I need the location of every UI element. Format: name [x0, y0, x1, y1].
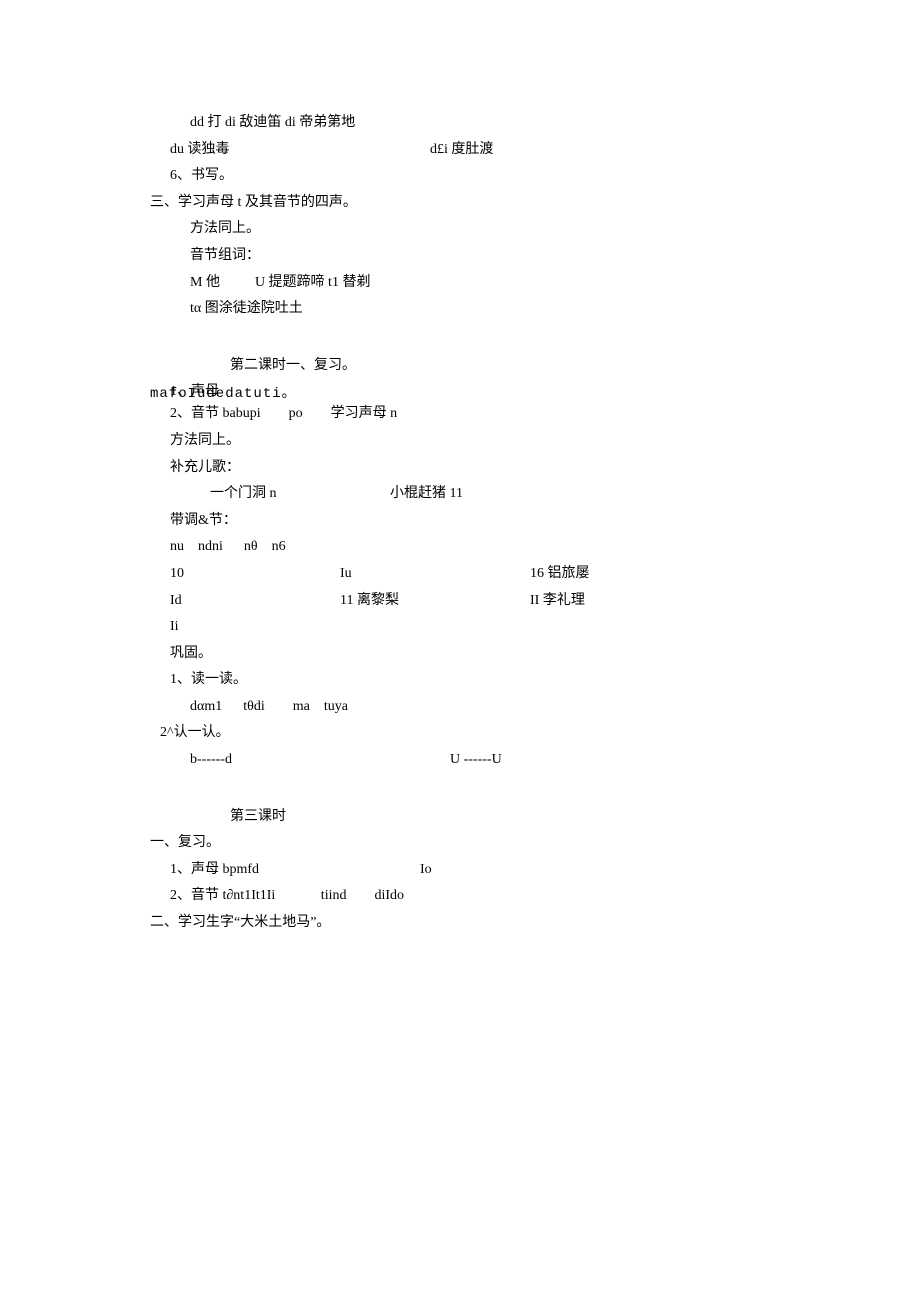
text-cell: d£i 度肚渡: [430, 137, 493, 164]
text-fragment: mafoIudedatuti。: [150, 381, 297, 408]
section-heading: 二、学习生字“大米土地马”。: [150, 910, 770, 937]
text-cell: 16 铝旅屡: [530, 561, 590, 588]
text-cell: 1、声母 bpmfd: [170, 857, 420, 884]
text-cell: U ------U: [450, 747, 502, 774]
section-heading: 一、复习。: [150, 830, 770, 857]
text-row: 1、声母 bpmfd Io: [150, 857, 770, 884]
text-line: tα 图涂徒途院吐土: [150, 296, 770, 323]
text-cell: Id: [170, 588, 340, 615]
text-line: Ii: [150, 614, 770, 641]
text-line: 补充儿歌：: [150, 455, 770, 482]
text-line: 音节组词：: [150, 243, 770, 270]
text-row: 一个门洞 n 小棍赶猪 11: [150, 481, 770, 508]
text-line: 1、读一读。: [150, 667, 770, 694]
text-line: 带调&节：: [150, 508, 770, 535]
text-row: 10 Iu 16 铝旅屡: [150, 561, 770, 588]
text-line: 2、音节 t∂nt1It1Ii tiind diIdo: [150, 883, 770, 910]
text-cell: du 读独毒: [170, 137, 430, 164]
text-line: 方法同上。: [150, 216, 770, 243]
text-cell: II 李礼理: [530, 588, 585, 615]
text-cell: Iu: [340, 561, 530, 588]
text-row: Id 11 离黎梨 II 李礼理: [150, 588, 770, 615]
text-line: 方法同上。: [150, 428, 770, 455]
text-row: du 读独毒 d£i 度肚渡: [150, 137, 770, 164]
text-cell: 11 离黎梨: [340, 588, 530, 615]
text-cell: 一个门洞 n: [210, 481, 390, 508]
document-page: dd 打 di 敌迪笛 di 帝弟第地 du 读独毒 d£i 度肚渡 6、书写。…: [0, 0, 920, 937]
section-heading: 三、学习声母 t 及其音节的四声。: [150, 190, 770, 217]
text-line: M 他 U 提题蹄啼 t1 替剃: [150, 270, 770, 297]
text-line: 6、书写。: [150, 163, 770, 190]
text-cell: 10: [170, 561, 340, 588]
subsection-heading: 第三课时: [150, 804, 770, 831]
text-line: dαm1 tθdi ma tuya: [150, 694, 770, 721]
text-line: 巩固。: [150, 641, 770, 668]
subsection-heading: 第二课时一、复习。: [150, 353, 770, 380]
text-cell: 小棍赶猪 11: [390, 481, 463, 508]
text-line: dd 打 di 敌迪笛 di 帝弟第地: [150, 110, 770, 137]
text-line: 2^认一认。: [150, 720, 770, 747]
text-cell: Io: [420, 857, 432, 884]
text-line: nu ndni nθ n6: [150, 534, 770, 561]
text-row: b------d U ------U: [150, 747, 770, 774]
overlap-line: 1、声母 mafoIudedatuti。: [150, 379, 770, 401]
text-cell: b------d: [190, 747, 450, 774]
